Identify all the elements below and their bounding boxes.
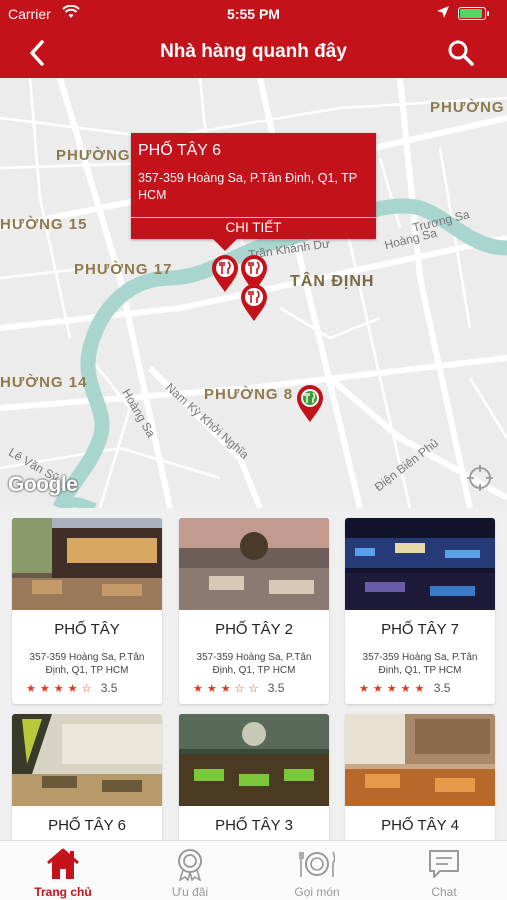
search-icon[interactable] <box>446 38 476 68</box>
restaurant-address: 357-359 Hoàng Sa, P.Tân Định, Q1, TP HCM <box>29 652 145 676</box>
star-icon: ★ <box>26 683 36 695</box>
tab-order[interactable]: Gọi món <box>254 841 380 900</box>
star-icon: ★ <box>193 683 203 695</box>
star-icon: ★ <box>39 683 50 695</box>
tab-bar: Trang chủ Ưu đãi Gọi món Chat <box>0 840 507 900</box>
tab-chat[interactable]: Chat <box>381 841 507 900</box>
restaurant-callout[interactable]: PHỐ TÂY 6 357-359 Hoàng Sa, P.Tân Định, … <box>131 133 376 251</box>
badge-icon <box>178 849 202 881</box>
callout-divider <box>131 217 376 218</box>
star-empty-icon: ☆ <box>248 683 259 695</box>
restaurant-photo <box>179 518 329 610</box>
restaurant-name: PHỐ TÂY <box>54 621 120 638</box>
restaurant-card[interactable]: PHỐ TÂY 4 <box>345 714 495 840</box>
nav-bar: Nhà hàng quanh đây <box>0 28 507 78</box>
map-view[interactable]: PHƯỜNG PHƯỜNG HƯỜNG 15 PHƯỜNG 17 TÂN ĐỊN… <box>0 78 507 508</box>
callout-tail <box>213 239 237 251</box>
home-icon <box>47 848 79 879</box>
area-label: PHƯỜNG <box>56 147 131 164</box>
star-icon: ★ <box>359 683 369 695</box>
star-rating: ★ ★ ★ ★ ★ 3.5 <box>359 681 489 695</box>
restaurant-name: PHỐ TÂY 4 <box>381 817 459 834</box>
current-restaurant-pin-icon[interactable] <box>296 385 324 423</box>
star-rating: ★ ★ ★ ★ ☆ 3.5 <box>26 681 156 695</box>
restaurant-card[interactable]: PHỐ TÂY 357-359 Hoàng Sa, P.Tân Định, Q1… <box>12 518 162 704</box>
tab-label: Trang chủ <box>34 885 92 899</box>
area-label: PHƯỜNG <box>430 99 505 116</box>
tab-label: Gọi món <box>294 885 340 899</box>
tab-offers[interactable]: Ưu đãi <box>127 841 253 900</box>
battery-icon <box>458 7 489 20</box>
tab-label: Ưu đãi <box>171 885 209 899</box>
rating-score: 3.5 <box>433 681 451 695</box>
restaurant-photo <box>345 714 495 806</box>
callout-name: PHỐ TÂY 6 <box>138 142 221 159</box>
tab-label: Chat <box>431 885 457 899</box>
restaurant-photo <box>345 518 495 610</box>
rating-score: 3.5 <box>100 681 118 695</box>
locate-me-icon[interactable] <box>465 463 495 493</box>
area-label: PHƯỜNG 17 <box>74 261 173 278</box>
area-label: PHƯỜNG 8 <box>204 386 294 403</box>
star-empty-icon: ☆ <box>234 683 245 695</box>
star-icon: ★ <box>386 683 397 695</box>
restaurant-name: PHỐ TÂY 2 <box>215 621 293 638</box>
star-icon: ★ <box>206 683 217 695</box>
restaurant-photo <box>179 714 329 806</box>
star-rating: ★ ★ ★ ☆ ☆ 3.5 <box>193 681 323 695</box>
callout-address: 357-359 Hoàng Sa, P.Tân Định, Q1, TP HCM <box>138 171 357 202</box>
chat-icon <box>429 850 459 878</box>
tab-home[interactable]: Trang chủ <box>0 841 126 900</box>
status-bar: Carrier 5:55 PM <box>0 0 507 28</box>
restaurant-card[interactable]: PHỐ TÂY 2 357-359 Hoàng Sa, P.Tân Định, … <box>179 518 329 704</box>
restaurant-photo <box>12 518 162 610</box>
area-label: HƯỜNG 15 <box>0 216 88 233</box>
restaurant-address: 357-359 Hoàng Sa, P.Tân Định, Q1, TP HCM <box>362 652 478 676</box>
star-icon: ★ <box>67 683 78 695</box>
restaurant-photo <box>12 714 162 806</box>
star-icon: ★ <box>414 683 425 695</box>
location-arrow-icon <box>437 6 449 18</box>
star-empty-icon: ☆ <box>81 683 92 695</box>
star-icon: ★ <box>400 683 411 695</box>
dish-icon <box>299 851 335 877</box>
google-logo: Google <box>8 473 78 496</box>
restaurant-pin-icon[interactable] <box>211 255 239 293</box>
clock: 5:55 PM <box>227 6 280 22</box>
page-title: Nhà hàng quanh đây <box>160 41 347 62</box>
restaurant-card[interactable]: PHỐ TÂY 6 <box>12 714 162 840</box>
restaurant-card[interactable]: PHỐ TÂY 7 357-359 Hoàng Sa, P.Tân Định, … <box>345 518 495 704</box>
detail-button[interactable]: CHI TIẾT <box>131 220 376 235</box>
restaurant-name: PHỐ TÂY 3 <box>215 817 293 834</box>
restaurant-card[interactable]: PHỐ TÂY 3 <box>179 714 329 840</box>
star-icon: ★ <box>372 683 383 695</box>
rating-score: 3.5 <box>267 681 285 695</box>
restaurant-pin-icon[interactable] <box>240 284 268 322</box>
star-icon: ★ <box>53 683 64 695</box>
restaurant-grid: PHỐ TÂY 357-359 Hoàng Sa, P.Tân Định, Q1… <box>0 508 507 840</box>
area-label: TÂN ĐỊNH <box>290 273 375 290</box>
area-label: HƯỜNG 14 <box>0 374 88 391</box>
restaurant-address: 357-359 Hoàng Sa, P.Tân Định, Q1, TP HCM <box>196 652 312 676</box>
restaurant-name: PHỐ TÂY 6 <box>48 817 126 834</box>
star-icon: ★ <box>220 683 231 695</box>
restaurant-name: PHỐ TÂY 7 <box>381 621 459 638</box>
